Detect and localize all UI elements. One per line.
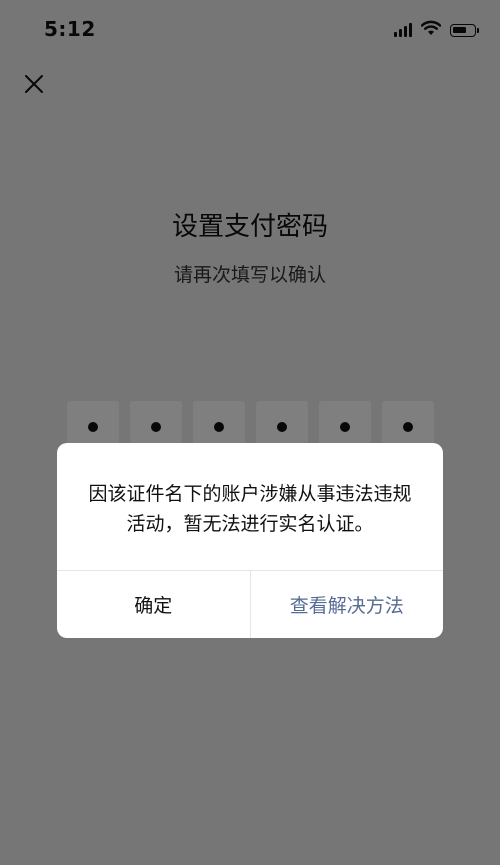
- dim-overlay: [0, 0, 500, 865]
- confirm-button[interactable]: 确定: [57, 571, 250, 638]
- view-solution-button[interactable]: 查看解决方法: [249, 571, 444, 638]
- alert-dialog: 因该证件名下的账户涉嫌从事违法违规活动，暂无法进行实名认证。 确定 查看解决方法: [57, 443, 443, 638]
- dialog-actions: 确定 查看解决方法: [57, 570, 443, 638]
- dialog-message: 因该证件名下的账户涉嫌从事违法违规活动，暂无法进行实名认证。: [88, 483, 412, 535]
